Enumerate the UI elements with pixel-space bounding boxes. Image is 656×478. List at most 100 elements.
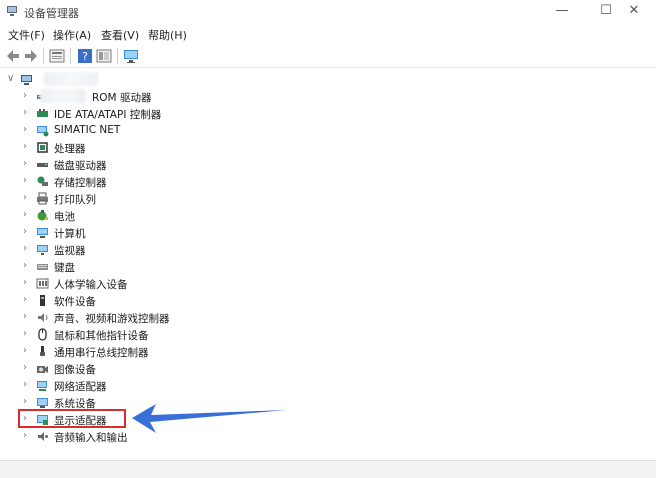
tree-item-label: 键盘 <box>54 262 75 274</box>
chevron-right-icon[interactable]: › <box>23 107 33 119</box>
chevron-right-icon[interactable]: › <box>23 362 33 374</box>
processor-icon <box>37 142 48 153</box>
status-bar <box>0 460 656 478</box>
redacted-computer-name <box>44 72 98 86</box>
network-icon <box>37 126 49 137</box>
chevron-right-icon[interactable]: › <box>23 277 33 289</box>
tree-root[interactable]: ∨ <box>0 71 300 88</box>
tree-item[interactable]: › 图像设备 <box>0 360 300 377</box>
chevron-right-icon[interactable]: › <box>23 243 33 255</box>
computer-icon <box>21 75 32 85</box>
menu-bar: 文件(F) 操作(A) 查看(V) 帮助(H) <box>0 24 656 44</box>
view-icon[interactable] <box>95 47 113 65</box>
forward-arrow-icon[interactable] <box>22 47 40 65</box>
back-arrow-icon[interactable] <box>4 47 22 65</box>
tree-item[interactable]: › 存储控制器 <box>0 173 300 190</box>
disk-drive-icon <box>37 163 48 167</box>
computer-icon <box>37 228 48 238</box>
storage-controller-icon <box>37 176 48 186</box>
tree-item-label: 磁盘驱动器 <box>54 160 107 172</box>
tree-item[interactable]: › 键盘 <box>0 258 300 275</box>
tree-item-label: 人体学输入设备 <box>54 279 128 291</box>
tree-item[interactable]: › ROM 驱动器 <box>0 88 300 105</box>
chevron-right-icon[interactable]: › <box>23 226 33 238</box>
tree-item-label: 通用串行总线控制器 <box>54 347 149 359</box>
toolbar-separator <box>117 48 118 64</box>
chevron-right-icon[interactable]: › <box>23 396 33 408</box>
menu-action[interactable]: 操作(A) <box>53 27 91 43</box>
mouse-icon <box>38 328 47 341</box>
system-device-icon <box>37 398 48 408</box>
chevron-right-icon[interactable]: › <box>23 209 33 221</box>
chevron-right-icon[interactable]: › <box>23 192 33 204</box>
tree-item-label: SIMATIC NET <box>54 124 121 136</box>
sound-icon <box>38 313 48 322</box>
highlight-box <box>18 409 126 428</box>
menu-file[interactable]: 文件(F) <box>8 27 45 43</box>
chevron-right-icon[interactable]: › <box>23 141 33 153</box>
tree-item[interactable]: › 鼠标和其他指针设备 <box>0 326 300 343</box>
tree-item-label: IDE ATA/ATAPI 控制器 <box>54 109 162 121</box>
tree-item-label: 鼠标和其他指针设备 <box>54 330 149 342</box>
menu-help[interactable]: 帮助(H) <box>148 27 187 43</box>
tree-item[interactable]: › 电池 <box>0 207 300 224</box>
tree-item-label: 软件设备 <box>54 296 96 308</box>
tree-item[interactable]: › 网络适配器 <box>0 377 300 394</box>
chevron-right-icon[interactable]: › <box>23 294 33 306</box>
tree-item[interactable]: › 声音、视频和游戏控制器 <box>0 309 300 326</box>
chevron-right-icon[interactable]: › <box>23 90 33 102</box>
chevron-right-icon[interactable]: › <box>23 158 33 170</box>
tree-item[interactable]: › 人体学输入设备 <box>0 275 300 292</box>
chevron-right-icon[interactable]: › <box>23 379 33 391</box>
chevron-right-icon[interactable]: › <box>23 328 33 340</box>
battery-icon <box>37 210 48 221</box>
tree-item-label: 存储控制器 <box>54 177 107 189</box>
chevron-right-icon[interactable]: › <box>23 311 33 323</box>
tree-item-label: ROM 驱动器 <box>92 92 152 104</box>
tree-item[interactable]: › 通用串行总线控制器 <box>0 343 300 360</box>
tree-item-label: 打印队列 <box>54 194 96 206</box>
tree-item-label: 音频输入和输出 <box>54 432 128 444</box>
tree-item[interactable]: › SIMATIC NET <box>0 122 300 139</box>
tree-item-label: 处理器 <box>54 143 86 155</box>
software-device-icon <box>40 295 45 306</box>
menu-view[interactable]: 查看(V) <box>101 27 139 43</box>
tree-item-label: 计算机 <box>54 228 86 240</box>
monitor-icon <box>37 245 48 255</box>
minimize-button[interactable]: — <box>540 0 584 24</box>
window-title: 设备管理器 <box>24 7 79 20</box>
hid-icon <box>36 278 49 289</box>
svg-text:?: ? <box>82 50 88 63</box>
chevron-right-icon[interactable]: › <box>23 260 33 272</box>
pointer-arrow <box>132 404 286 433</box>
tree-item[interactable]: › 监视器 <box>0 241 300 258</box>
title-bar: 设备管理器 — ☐ ✕ <box>0 0 656 24</box>
tree-item[interactable]: › 磁盘驱动器 <box>0 156 300 173</box>
usb-icon <box>40 346 45 356</box>
toolbar-separator <box>70 48 71 64</box>
toolbar: ? <box>0 44 656 68</box>
tree-item-label: 图像设备 <box>54 364 96 376</box>
tree-item[interactable]: › 处理器 <box>0 139 300 156</box>
monitor-icon[interactable] <box>122 47 140 65</box>
network-adapter-icon <box>37 381 47 391</box>
chevron-right-icon[interactable]: › <box>23 345 33 357</box>
ide-controller-icon <box>37 109 48 117</box>
chevron-right-icon[interactable]: › <box>23 175 33 187</box>
tree-item-label: 网络适配器 <box>54 381 107 393</box>
device-manager-icon <box>7 6 17 16</box>
tree-item[interactable]: › 软件设备 <box>0 292 300 309</box>
toolbar-separator <box>43 48 44 64</box>
device-tree: ∨ › ROM 驱动器 › IDE ATA/ATAPI 控制器 › SIMATI… <box>0 68 656 460</box>
printer-icon <box>37 192 48 205</box>
help-icon[interactable]: ? <box>76 47 94 65</box>
tree-item[interactable]: › 计算机 <box>0 224 300 241</box>
close-button[interactable]: ✕ <box>612 0 656 24</box>
tree-item[interactable]: › 打印队列 <box>0 190 300 207</box>
properties-icon[interactable] <box>48 47 66 65</box>
tree-item-label: 监视器 <box>54 245 86 257</box>
chevron-right-icon[interactable]: › <box>23 430 33 442</box>
tree-item[interactable]: › IDE ATA/ATAPI 控制器 <box>0 105 300 122</box>
chevron-down-icon[interactable]: ∨ <box>7 73 17 85</box>
chevron-right-icon[interactable]: › <box>23 124 33 136</box>
